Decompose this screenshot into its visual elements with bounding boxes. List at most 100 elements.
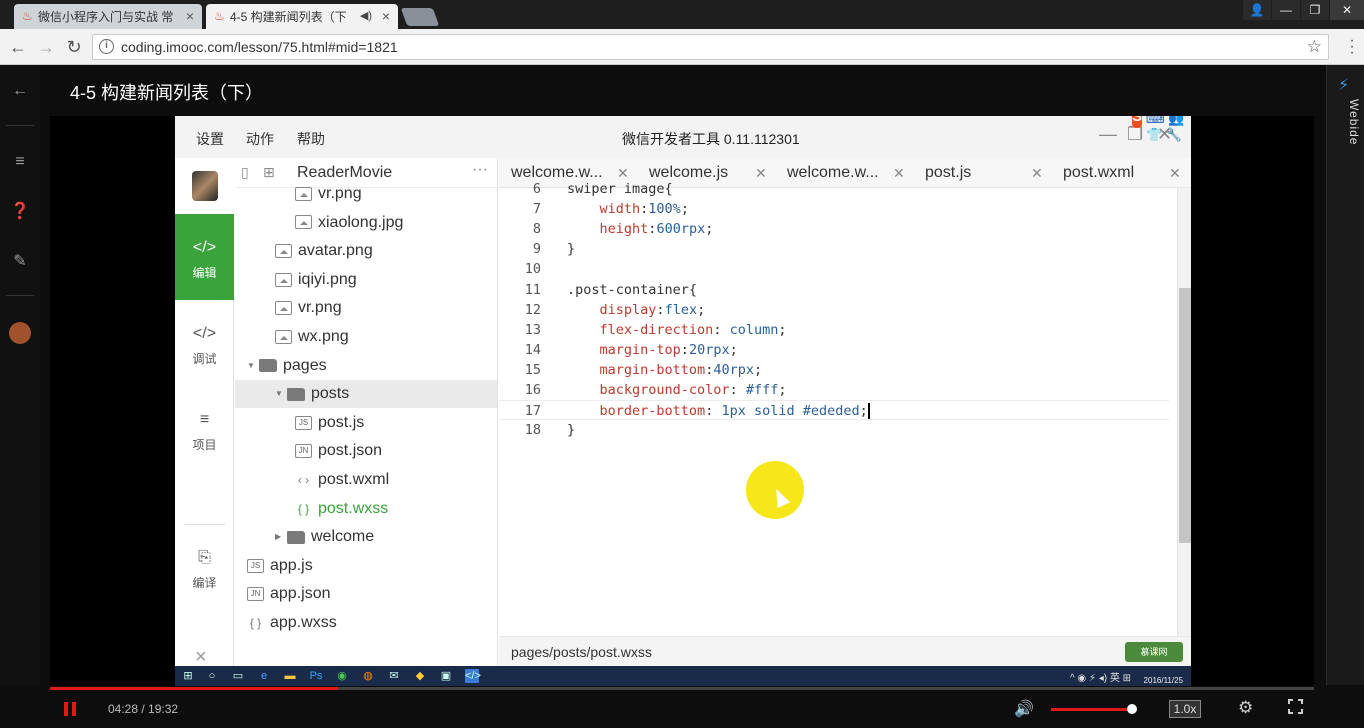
tree-item-label: post.wxml xyxy=(318,471,390,489)
webide-bolt-icon[interactable]: ⚡ xyxy=(1338,75,1349,95)
browser-tab-1[interactable]: ♨ 微信小程序入门与实战 常 × xyxy=(14,4,202,29)
reload-icon[interactable]: ↻ xyxy=(64,37,84,57)
user-avatar[interactable] xyxy=(9,322,31,344)
app-icon: ▣ xyxy=(440,670,452,682)
code-line: 17 border-bottom: 1px solid #ededed; xyxy=(499,400,1169,421)
photoshop-icon: Ps xyxy=(309,670,323,682)
tree-item-label: xiaolong.jpg xyxy=(318,213,404,231)
code-line: 8 height:600rpx; xyxy=(499,219,1169,239)
lesson-page: ← ≡ ❓ ✎ 4-5 构建新闻列表（下） ⚡ Webide 设置 动作 帮助 … xyxy=(0,65,1364,728)
code-icon: </> xyxy=(192,239,217,256)
line-number: 17 xyxy=(524,403,541,420)
wxml-file-icon: ‹ › xyxy=(297,473,310,487)
folder-icon xyxy=(259,359,277,373)
ide-minimize-icon: — xyxy=(1099,124,1117,144)
line-number: 6 xyxy=(532,181,541,197)
code-text: } xyxy=(567,422,576,439)
browser-menu-icon[interactable]: · · · xyxy=(1346,33,1358,61)
fullscreen-icon[interactable] xyxy=(1287,698,1304,715)
code-text: margin-bottom:40rpx; xyxy=(599,361,763,378)
profile-icon[interactable]: 👤 xyxy=(1243,0,1271,20)
close-tab-icon[interactable]: × xyxy=(186,8,194,24)
code-text: display:flex; xyxy=(599,301,706,318)
window-controls: 👤 — ❐ ✕ xyxy=(1242,0,1364,20)
tree-item: { } app.wxss xyxy=(235,609,497,637)
close-window-icon[interactable]: ✕ xyxy=(1330,0,1364,20)
tree-item-label: app.js xyxy=(270,556,313,574)
rail-divider xyxy=(6,295,34,296)
system-tray: ^ ◉ ⚡ ◂) 英 ⊞ xyxy=(1069,673,1131,684)
tree-item-label: post.json xyxy=(318,442,383,460)
ide-nav-debug: </> 调试 xyxy=(175,300,234,386)
ime-toolbar: S 中 ☽ °, ⌨ 👥 👕 🔧 xyxy=(1132,116,1191,142)
pause-icon[interactable] xyxy=(64,702,76,716)
clock-date: 2016/11/25 xyxy=(1143,676,1183,685)
settings-gear-icon[interactable]: ⚙ xyxy=(1238,698,1253,718)
playback-time: 04:28 / 19:32 xyxy=(108,702,179,716)
wxss-file-icon: { } xyxy=(297,501,310,516)
wechat-devtools-icon: </> xyxy=(465,669,481,683)
code-text: width:100%; xyxy=(599,201,689,218)
image-file-icon xyxy=(275,329,292,344)
code-text: border-bottom: 1px solid #ededed; xyxy=(599,403,870,420)
code-line: 15 margin-bottom:40rpx; xyxy=(499,360,1169,380)
code-line: 9} xyxy=(499,239,1169,259)
tree-item: ‹ › post.wxml xyxy=(235,466,497,494)
line-number: 12 xyxy=(524,301,541,318)
url-input[interactable]: i coding.imooc.com/lesson/75.html#mid=18… xyxy=(92,34,1329,60)
webide-label[interactable]: Webide xyxy=(1331,99,1361,145)
notes-pencil-icon[interactable]: ✎ xyxy=(10,252,30,272)
forward-icon[interactable]: → xyxy=(36,37,56,57)
back-arrow-icon[interactable]: ← xyxy=(10,81,30,101)
minimize-icon[interactable]: — xyxy=(1272,0,1300,20)
app-icon: ◆ xyxy=(415,670,425,682)
chapters-list-icon[interactable]: ≡ xyxy=(10,152,30,172)
code-line: 12 display:flex; xyxy=(499,300,1169,320)
tree-item: vr.png xyxy=(235,180,497,208)
outline-view-icon: ⊞ xyxy=(263,164,275,180)
close-tab-icon[interactable]: × xyxy=(382,8,390,24)
line-number: 10 xyxy=(524,261,541,278)
new-tab-button[interactable] xyxy=(400,8,440,26)
player-controls: 04:28 / 19:32 🔊 1.0x ⚙ xyxy=(0,690,1364,728)
volume-slider[interactable] xyxy=(1051,704,1137,714)
lesson-title: 4-5 构建新闻列表（下） xyxy=(70,83,264,103)
ide-avatar xyxy=(175,158,234,214)
tree-item: JS app.js xyxy=(235,552,497,580)
imooc-favicon-icon: ♨ xyxy=(214,9,225,23)
recorded-screen: 设置 动作 帮助 微信开发者工具 0.11.112301 — ❐ ✕ S 中 ☽… xyxy=(175,116,1191,686)
image-file-icon xyxy=(275,301,292,316)
expanded-arrow-icon: ▼ xyxy=(247,360,255,370)
line-number: 16 xyxy=(524,382,541,398)
code-editor: welcome.w... ✕ welcome.js ✕ welcome.w... ✕ … xyxy=(499,158,1191,666)
url-text: coding.imooc.com/lesson/75.html#mid=1821 xyxy=(121,39,398,55)
tree-item-label: wx.png xyxy=(298,328,349,345)
wxss-file-icon: { } xyxy=(249,616,262,630)
site-info-icon[interactable]: i xyxy=(99,39,114,54)
left-rail: ← ≡ ❓ ✎ xyxy=(0,65,40,685)
browser-tab-2[interactable]: ♨ 4-5 构建新闻列表（下 ◀) × xyxy=(206,4,398,29)
menu-settings: 设置 xyxy=(196,131,224,147)
code-text: .post-container{ xyxy=(567,281,698,298)
tree-item: JN post.json xyxy=(235,437,497,465)
editor-scrollbar xyxy=(1177,188,1191,636)
tree-item: avatar.png xyxy=(235,237,497,265)
audio-playing-icon[interactable]: ◀) xyxy=(360,9,372,22)
volume-knob[interactable] xyxy=(1127,704,1137,714)
compile-icon: ⎘ xyxy=(198,549,211,566)
line-number: 9 xyxy=(532,241,541,258)
js-file-icon: JS xyxy=(295,415,312,430)
windows-start-icon: ⊞ xyxy=(183,670,193,682)
question-icon[interactable]: ❓ xyxy=(10,202,30,222)
back-icon[interactable]: ← xyxy=(8,37,28,57)
playback-speed-button[interactable]: 1.0x xyxy=(1169,700,1201,718)
bookmark-star-icon[interactable]: ☆ xyxy=(1307,35,1322,59)
tree-item-label: app.json xyxy=(270,585,331,603)
tree-item: ▼ pages xyxy=(235,352,497,380)
maximize-icon[interactable]: ❐ xyxy=(1301,0,1329,20)
ide-sidebar: </> 编辑 </> 调试 ≡ 项目 ⎘ 编译 × xyxy=(175,158,234,668)
code-line: 13 flex-direction: column; xyxy=(499,320,1169,340)
tree-item-label: avatar.png xyxy=(298,242,373,260)
volume-icon[interactable]: 🔊 xyxy=(1014,699,1034,719)
video-frame[interactable]: 设置 动作 帮助 微信开发者工具 0.11.112301 — ❐ ✕ S 中 ☽… xyxy=(50,116,1314,686)
